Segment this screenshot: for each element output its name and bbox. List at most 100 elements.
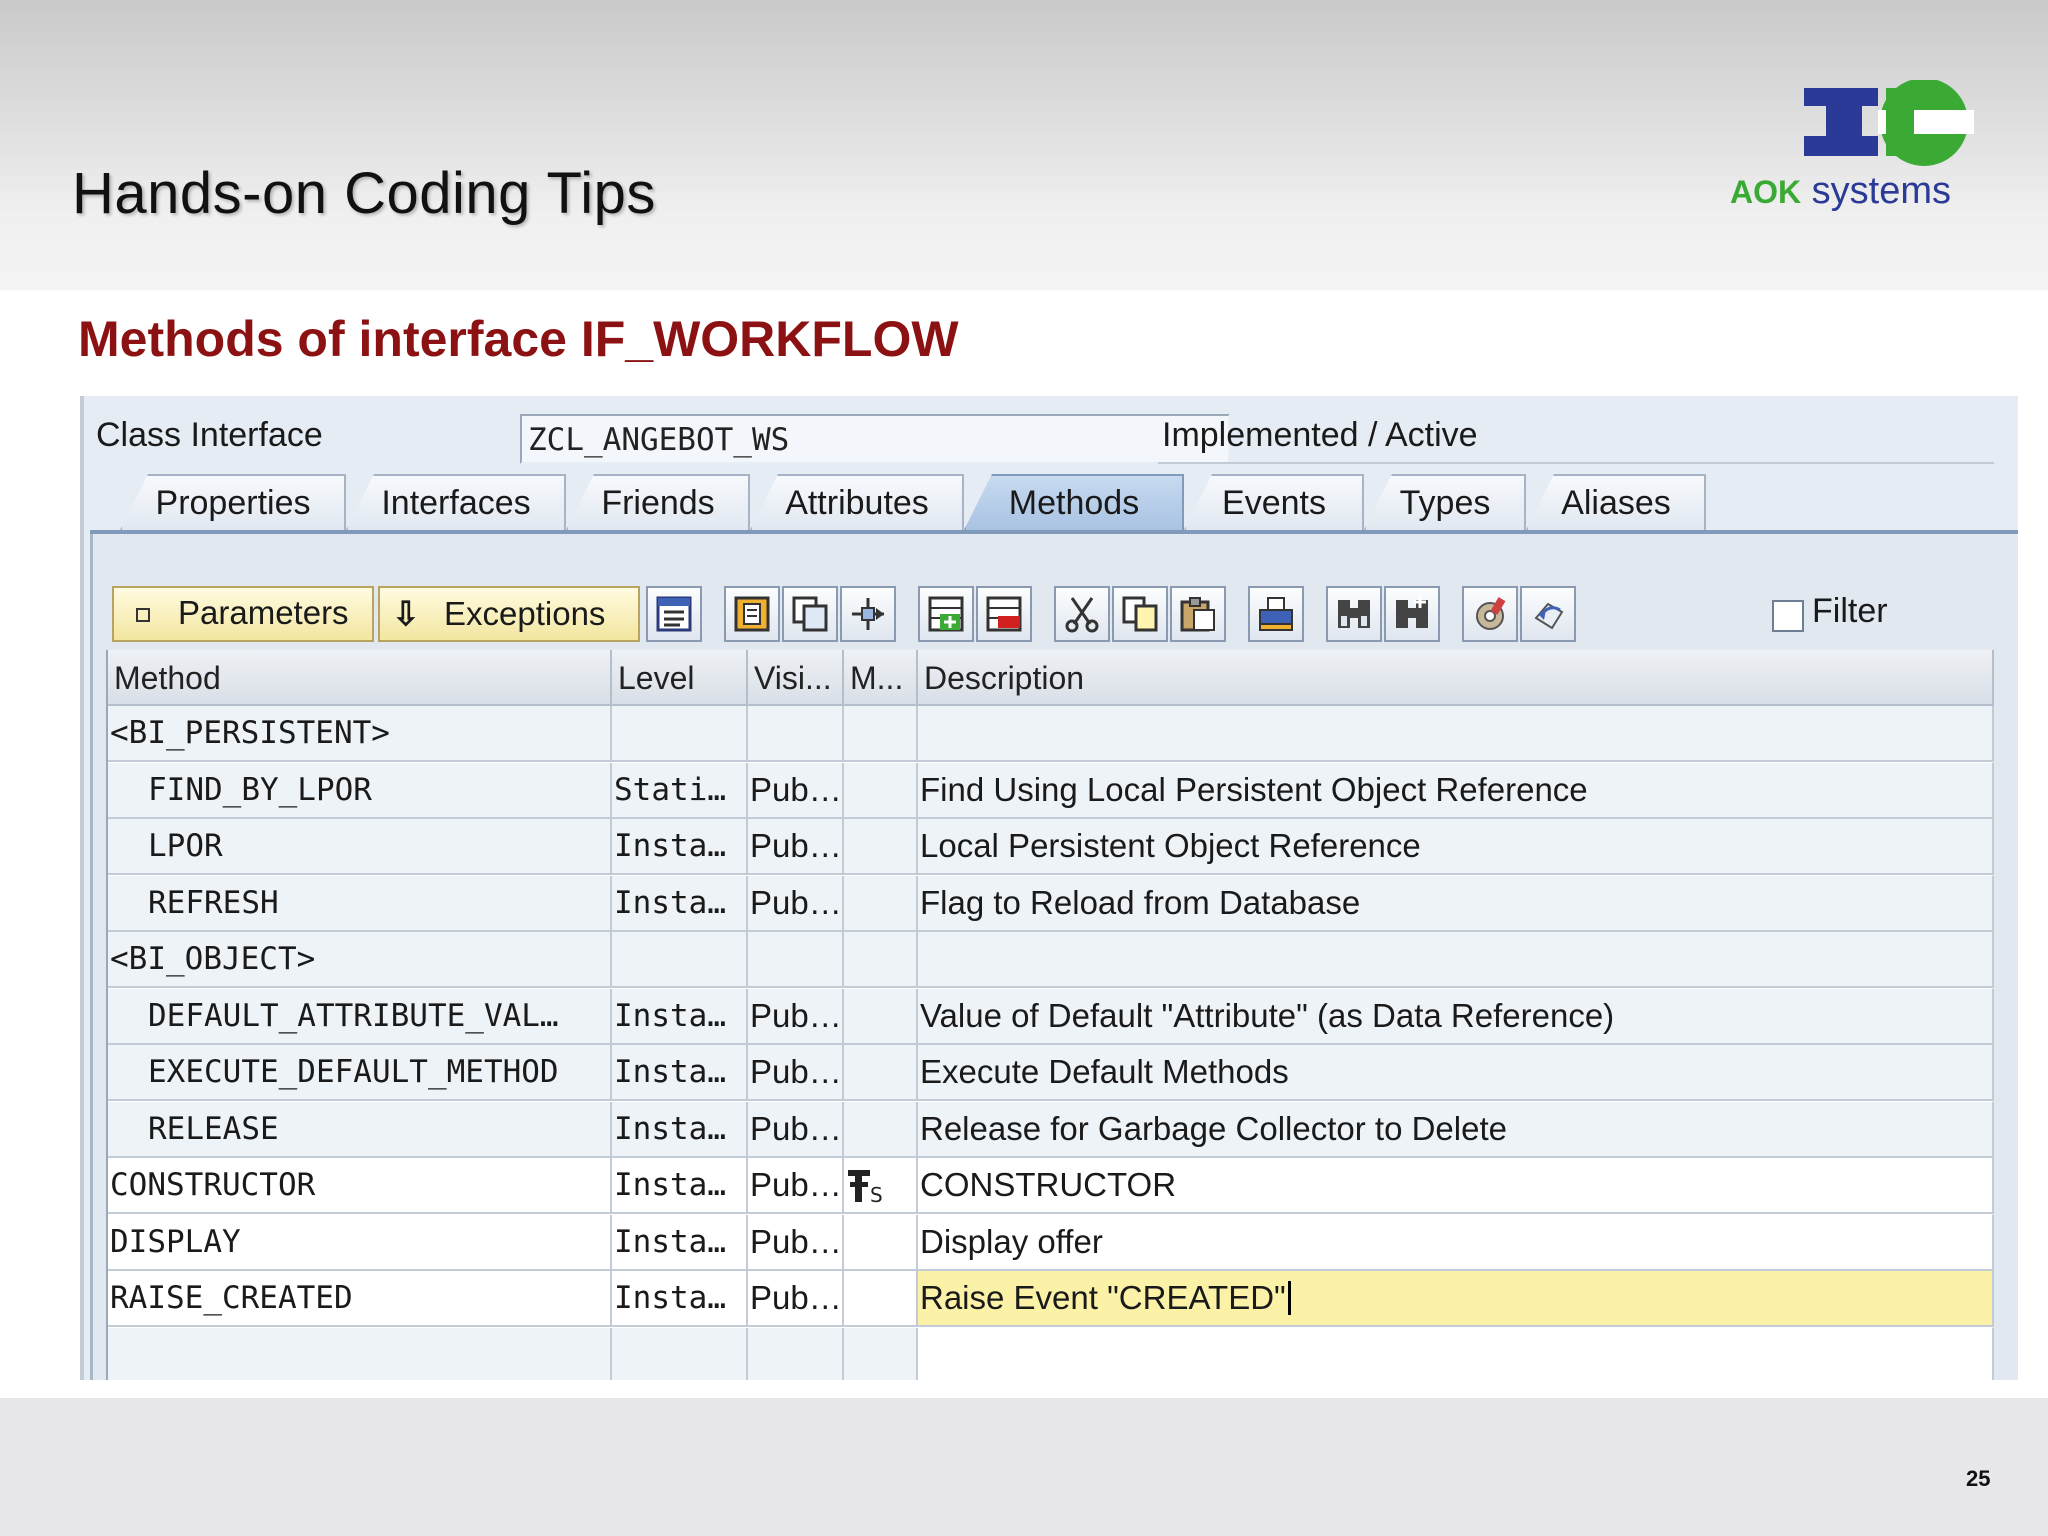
tab-events[interactable]: Events	[1184, 474, 1364, 530]
find-icon[interactable]	[1326, 586, 1382, 642]
table-row[interactable]: REFRESH Insta… Pub… Flag to Reload from Dat…	[108, 875, 1994, 932]
filter-label: Filter	[1812, 592, 1888, 630]
filter-checkbox[interactable]	[1772, 600, 1804, 632]
cell-method[interactable]: CONSTRUCTOR	[108, 1158, 612, 1214]
tab-properties[interactable]: Properties	[120, 474, 346, 530]
column-header-description[interactable]: Description	[918, 650, 1994, 706]
copy-object-icon[interactable]	[782, 586, 838, 642]
cell-description-text: Raise Event "CREATED"	[920, 1279, 1286, 1316]
cell-description[interactable]: Release for Garbage Collector to Delete	[918, 1101, 1994, 1158]
exceptions-icon: ⇩	[392, 595, 420, 632]
table-row[interactable]: DEFAULT_ATTRIBUTE_VAL… Insta… Pub… Value of…	[108, 988, 1994, 1045]
cell-method[interactable]: REFRESH	[108, 875, 612, 932]
cell-visibility-text: Pub…	[750, 996, 842, 1034]
cell-visibility-text: Pub…	[750, 1053, 842, 1090]
cell-m	[844, 875, 918, 932]
copy-icon[interactable]	[1112, 586, 1168, 642]
cell-description[interactable]: Execute Default Methods	[918, 1045, 1994, 1101]
cell-method[interactable]: DISPLAY	[108, 1214, 612, 1271]
column-header-m[interactable]: M...	[844, 650, 918, 706]
parameters-button[interactable]: Parameters	[112, 586, 374, 642]
cell-description[interactable]	[918, 932, 1994, 988]
cell-method[interactable]: EXECUTE_DEFAULT_METHOD	[108, 1045, 612, 1101]
cell-method[interactable]: RAISE_CREATED	[108, 1271, 612, 1327]
cell-visibility: Pub…	[748, 1271, 844, 1327]
cut-icon[interactable]	[1054, 586, 1110, 642]
cell-m	[844, 762, 918, 819]
table-row[interactable]: EXECUTE_DEFAULT_METHOD Insta… Pub… Execute …	[108, 1045, 1994, 1101]
cell-description[interactable]	[918, 706, 1994, 762]
logo-aok: AOK	[1730, 174, 1802, 210]
cell-m	[844, 1271, 918, 1327]
slide-title: Hands-on Coding Tips	[72, 161, 656, 226]
find-next-icon[interactable]	[1384, 586, 1440, 642]
insert-row-icon[interactable]	[918, 586, 974, 642]
cell-level-text: Insta…	[614, 884, 726, 921]
parameters-label: Parameters	[178, 594, 349, 631]
undo-icon[interactable]	[1520, 586, 1576, 642]
paste-icon[interactable]	[1170, 586, 1226, 642]
cell-visibility-text: Pub…	[750, 1109, 842, 1147]
cell-description[interactable]: Local Persistent Object Reference	[918, 819, 1994, 875]
table-row[interactable]: RAISE_CREATED Insta… Pub… Raise Event "CREA…	[108, 1271, 1994, 1327]
table-row[interactable]: DISPLAY Insta… Pub… Display offer	[108, 1214, 1994, 1271]
methods-table: Method Level Visi... M... Description <B…	[106, 650, 1994, 1380]
cell-method[interactable]: DEFAULT_ATTRIBUTE_VAL…	[108, 988, 612, 1045]
cell-visibility: Pub…	[748, 762, 844, 819]
cell-description[interactable]: Flag to Reload from Database	[918, 875, 1994, 932]
cell-description[interactable]: Raise Event "CREATED"	[918, 1271, 1994, 1327]
table-row[interactable]: <BI_OBJECT>	[108, 932, 1994, 988]
cell-description[interactable]: Find Using Local Persistent Object Refer…	[918, 762, 1994, 819]
cell-method[interactable]: RELEASE	[108, 1101, 612, 1158]
table-row[interactable]: LPOR Insta… Pub… Local Persistent Object Re…	[108, 819, 1994, 875]
cell-description-text: Flag to Reload from Database	[920, 883, 1361, 921]
tab-strip: Properties Interfaces Friends Attributes…	[120, 474, 1820, 530]
cell-description[interactable]: CONSTRUCTOR	[918, 1158, 1994, 1214]
cell-level: Insta…	[612, 1271, 748, 1327]
table-row[interactable]: FIND_BY_LPOR Stati… Pub… Find Using Local P…	[108, 762, 1994, 819]
print-icon[interactable]	[1248, 586, 1304, 642]
tab-interfaces[interactable]: Interfaces	[346, 474, 566, 530]
cell-description[interactable]	[918, 1327, 1994, 1380]
cell-method[interactable]: LPOR	[108, 819, 612, 875]
cell-level-text: Insta…	[614, 1110, 726, 1147]
cell-level: Insta…	[612, 819, 748, 875]
cell-method-text: DEFAULT_ATTRIBUTE_VAL…	[148, 997, 559, 1034]
cell-visibility: Pub…	[748, 1045, 844, 1101]
table-row[interactable]	[108, 1327, 1994, 1380]
status-text: Implemented / Active	[1162, 416, 1478, 454]
column-header-level[interactable]: Level	[612, 650, 748, 706]
source-code-icon[interactable]	[724, 586, 780, 642]
constructor-icon: S	[848, 1170, 883, 1207]
cell-m	[844, 1327, 918, 1380]
cell-method[interactable]: <BI_OBJECT>	[108, 932, 612, 988]
detail-view-icon[interactable]	[646, 586, 702, 642]
cell-description[interactable]: Value of Default "Attribute" (as Data Re…	[918, 988, 1994, 1045]
tab-friends[interactable]: Friends	[566, 474, 750, 530]
cell-description-text: Release for Garbage Collector to Delete	[920, 1109, 1507, 1147]
cell-visibility	[748, 932, 844, 988]
table-row[interactable]: RELEASE Insta… Pub… Release for Garbage Col…	[108, 1101, 1994, 1158]
class-interface-field[interactable]: ZCL_ANGEBOT_WS	[520, 414, 1230, 464]
tab-aliases[interactable]: Aliases	[1526, 474, 1706, 530]
tab-methods[interactable]: Methods	[964, 474, 1184, 530]
cell-method[interactable]	[108, 1327, 612, 1380]
cell-description-text: Value of Default "Attribute" (as Data Re…	[920, 996, 1615, 1034]
cell-method[interactable]: FIND_BY_LPOR	[108, 762, 612, 819]
table-row[interactable]: <BI_PERSISTENT>	[108, 706, 1994, 762]
table-row[interactable]: CONSTRUCTOR Insta… Pub… S CONSTRUCTOR	[108, 1158, 1994, 1214]
cell-level-text: Stati…	[614, 771, 726, 808]
column-header-visibility[interactable]: Visi...	[748, 650, 844, 706]
footer-band	[0, 1398, 2048, 1536]
cell-method-text: EXECUTE_DEFAULT_METHOD	[148, 1054, 559, 1090]
settings-icon[interactable]	[1462, 586, 1518, 642]
cell-description[interactable]: Display offer	[918, 1214, 1994, 1271]
cell-level-text: Insta…	[614, 1223, 726, 1260]
tab-types[interactable]: Types	[1364, 474, 1526, 530]
navigate-icon[interactable]	[840, 586, 896, 642]
column-header-method[interactable]: Method	[108, 650, 612, 706]
tab-attributes[interactable]: Attributes	[750, 474, 964, 530]
delete-row-icon[interactable]	[976, 586, 1032, 642]
cell-method[interactable]: <BI_PERSISTENT>	[108, 706, 612, 762]
exceptions-button[interactable]: ⇩ Exceptions	[378, 586, 640, 642]
